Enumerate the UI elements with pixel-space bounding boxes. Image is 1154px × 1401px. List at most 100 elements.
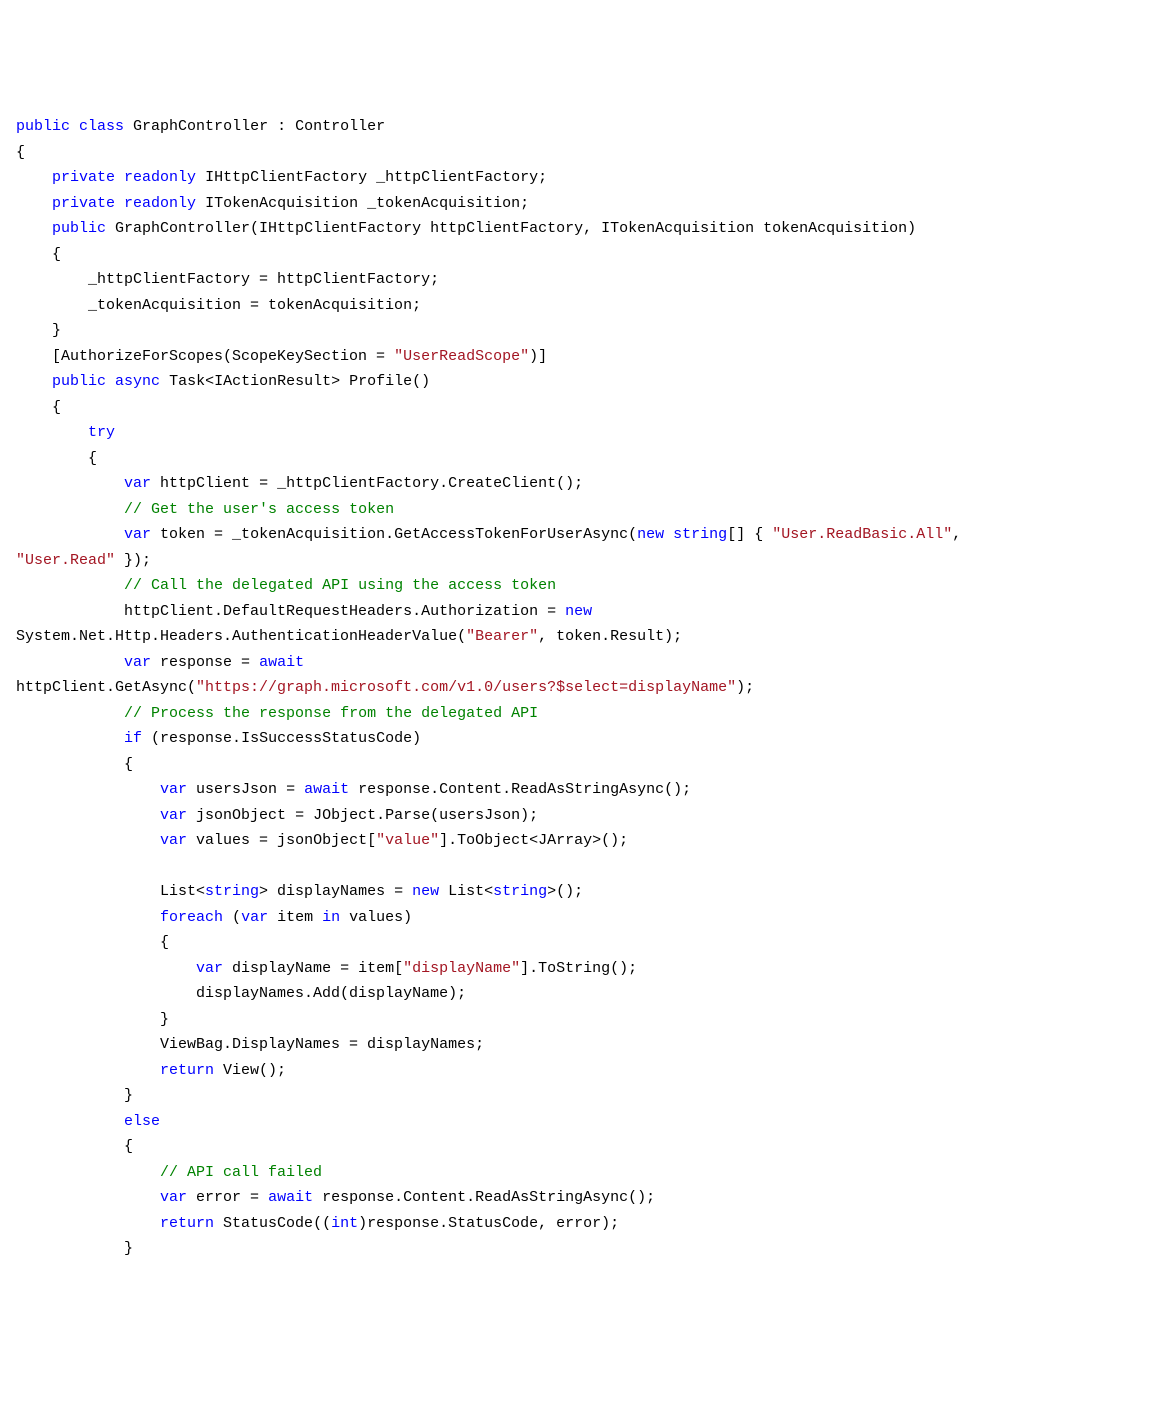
code-token: var — [160, 781, 187, 798]
code-token: await — [304, 781, 349, 798]
code-token: "displayName" — [403, 960, 520, 977]
code-token: // Get the user's access token — [124, 501, 394, 518]
code-content: public class GraphController : Controlle… — [16, 118, 970, 1257]
code-token: var — [124, 526, 151, 543]
code-token: GraphController : Controller — [124, 118, 385, 135]
code-block: public class GraphController : Controlle… — [16, 114, 1138, 1262]
code-token: in — [322, 909, 340, 926]
code-token — [16, 373, 52, 390]
code-token: { — [16, 756, 133, 773]
code-token: ITokenAcquisition _tokenAcquisition; — [196, 195, 529, 212]
code-token: readonly — [124, 169, 196, 186]
code-token: List< — [439, 883, 493, 900]
code-token: return — [160, 1062, 214, 1079]
code-token: displayName = item[ — [223, 960, 403, 977]
code-token: )response.StatusCode, error); — [358, 1215, 619, 1232]
code-token: var — [160, 832, 187, 849]
code-token: "https://graph.microsoft.com/v1.0/users?… — [196, 679, 736, 696]
code-token: > displayNames = — [259, 883, 412, 900]
code-token: await — [259, 654, 304, 671]
code-token: "UserReadScope" — [394, 348, 529, 365]
code-token: "User.Read" — [16, 552, 115, 569]
code-token: [] { — [727, 526, 772, 543]
code-token — [70, 118, 79, 135]
code-token: ( — [223, 909, 241, 926]
code-token: , token.Result); — [538, 628, 682, 645]
code-token: } — [16, 322, 61, 339]
code-token: "Bearer" — [466, 628, 538, 645]
code-token: GraphController(IHttpClientFactory httpC… — [106, 220, 916, 237]
code-token: { — [16, 934, 169, 951]
code-token: ].ToString(); — [520, 960, 637, 977]
code-token: IHttpClientFactory _httpClientFactory; — [196, 169, 547, 186]
code-token: error = — [187, 1189, 268, 1206]
code-token — [16, 1062, 160, 1079]
code-token — [115, 195, 124, 212]
code-token — [16, 654, 124, 671]
code-token — [16, 960, 196, 977]
code-token — [106, 373, 115, 390]
code-token — [16, 475, 124, 492]
code-token — [16, 424, 88, 441]
code-token: _httpClientFactory = httpClientFactory; — [16, 271, 439, 288]
code-token: { — [16, 246, 61, 263]
code-token — [304, 654, 313, 671]
code-token: displayNames.Add(displayName); — [16, 985, 466, 1002]
code-token: var — [241, 909, 268, 926]
code-token: { — [16, 399, 61, 416]
code-token: private — [52, 169, 115, 186]
code-token: >(); — [547, 883, 583, 900]
code-token — [16, 577, 124, 594]
code-token: { — [16, 1138, 133, 1155]
code-token: await — [268, 1189, 313, 1206]
code-token: httpClient.GetAsync( — [16, 679, 196, 696]
code-token: try — [88, 424, 115, 441]
code-token: [AuthorizeForScopes(ScopeKeySection = — [16, 348, 394, 365]
code-token: foreach — [160, 909, 223, 926]
code-token: public — [52, 220, 106, 237]
code-token: var — [160, 1189, 187, 1206]
code-token — [16, 195, 52, 212]
code-token: ); — [736, 679, 754, 696]
code-token: response = — [151, 654, 259, 671]
code-token: } — [16, 1240, 133, 1257]
code-token: httpClient = _httpClientFactory.CreateCl… — [151, 475, 583, 492]
code-token: Task<IActionResult> Profile() — [160, 373, 430, 390]
code-token — [664, 526, 673, 543]
code-token: var — [124, 475, 151, 492]
code-token: class — [79, 118, 124, 135]
code-token: new — [637, 526, 664, 543]
code-token: ViewBag.DisplayNames = displayNames; — [16, 1036, 484, 1053]
code-token: usersJson = — [187, 781, 304, 798]
code-token: if — [124, 730, 142, 747]
code-token: { — [16, 144, 25, 161]
code-token: StatusCode(( — [214, 1215, 331, 1232]
code-token: } — [16, 1087, 133, 1104]
code-token: return — [160, 1215, 214, 1232]
code-token: values = jsonObject[ — [187, 832, 376, 849]
code-token — [16, 909, 160, 926]
code-token: private — [52, 195, 115, 212]
code-token: _tokenAcquisition = tokenAcquisition; — [16, 297, 421, 314]
code-token: public — [16, 118, 70, 135]
code-token: "value" — [376, 832, 439, 849]
code-token — [16, 1113, 124, 1130]
code-token: item — [268, 909, 322, 926]
code-token: string — [205, 883, 259, 900]
code-token: , — [952, 526, 970, 543]
code-token: )] — [529, 348, 547, 365]
code-token — [16, 1164, 160, 1181]
code-token: values) — [340, 909, 412, 926]
code-token — [16, 220, 52, 237]
code-token: } — [16, 1011, 169, 1028]
code-token: async — [115, 373, 160, 390]
code-token: response.Content.ReadAsStringAsync(); — [349, 781, 691, 798]
code-token: List< — [16, 883, 205, 900]
code-token: token = _tokenAcquisition.GetAccessToken… — [151, 526, 637, 543]
code-token — [115, 169, 124, 186]
code-token: jsonObject = JObject.Parse(usersJson); — [187, 807, 538, 824]
code-token: { — [16, 450, 97, 467]
code-token: "User.ReadBasic.All" — [772, 526, 952, 543]
code-token — [16, 1215, 160, 1232]
code-token: // API call failed — [160, 1164, 322, 1181]
